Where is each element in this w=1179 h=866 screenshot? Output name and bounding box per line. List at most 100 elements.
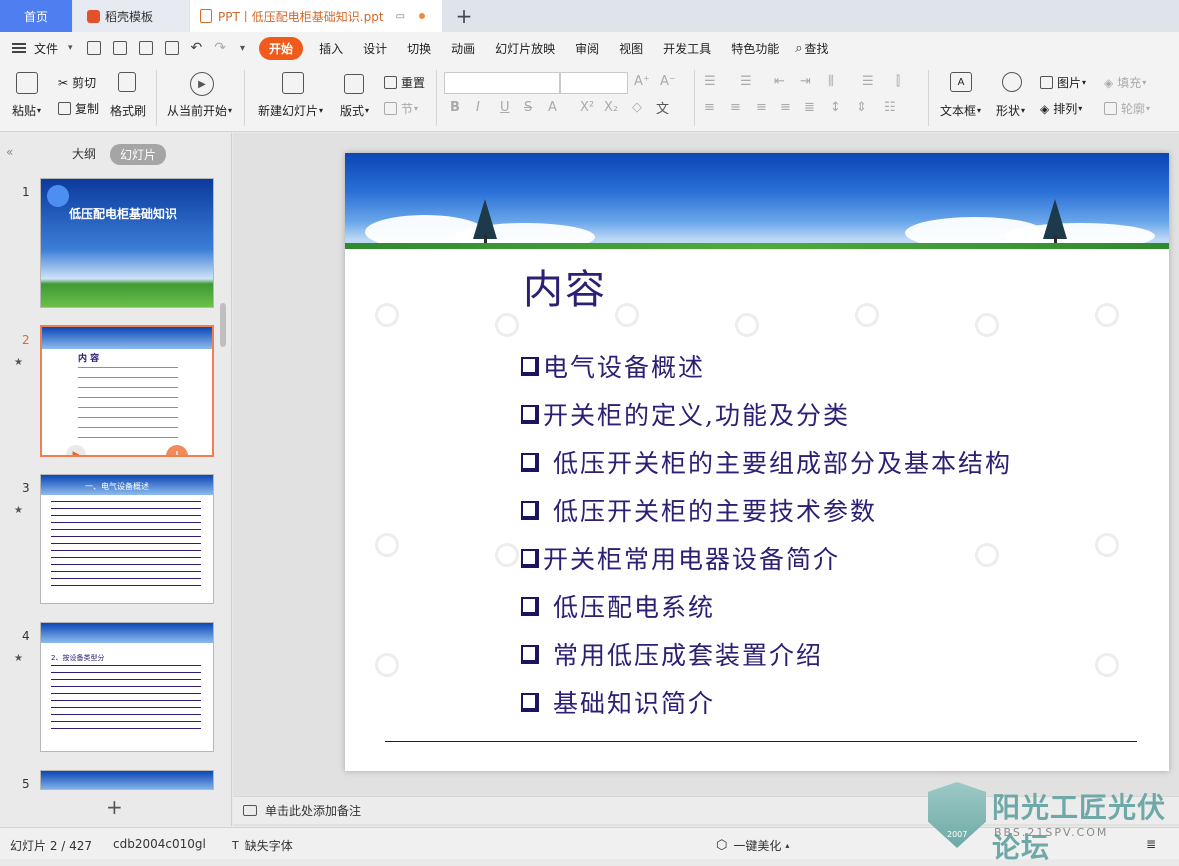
copy-button[interactable]: 复制 [58, 100, 99, 117]
distribute-icon[interactable]: ≣ [804, 100, 815, 115]
play-current-label-wrap[interactable]: 从当前开始 ▾ [167, 102, 232, 119]
save-icon[interactable] [86, 41, 101, 55]
new-tab-button[interactable]: + [452, 0, 476, 32]
play-slide-icon[interactable]: ▶ [66, 445, 86, 455]
layout-label-wrap[interactable]: 版式 ▾ [340, 102, 369, 119]
paragraph-spacing-icon[interactable]: ⇕ [856, 100, 867, 115]
section-button[interactable]: 节 ▾ [384, 100, 418, 117]
bullet-list-icon[interactable]: ☰ [704, 74, 716, 89]
reset-button[interactable]: 重置 [384, 74, 425, 91]
search-icon[interactable]: ⌕ [795, 41, 802, 56]
columns-icon[interactable]: ⫿ [896, 74, 900, 89]
bullet-item[interactable]: 电气设备概述 [521, 348, 705, 384]
tab-home[interactable]: 首页 [0, 0, 72, 32]
tab-outline[interactable]: 大纲 [72, 145, 96, 162]
menu-features[interactable]: 特色功能 [721, 40, 789, 57]
print-icon[interactable] [138, 41, 153, 55]
tab-document[interactable]: PPT丨低压配电柜基础知识.ppt ▭ [190, 0, 442, 32]
new-slide-button[interactable] [282, 72, 304, 94]
outline-button[interactable]: 轮廓 ▾ [1104, 100, 1150, 117]
arrange-button[interactable]: ◈ 排列 ▾ [1040, 100, 1082, 117]
slide-thumbnail-1[interactable]: 低压配电柜基础知识 [40, 178, 214, 308]
decrease-font-icon[interactable]: A⁻ [660, 74, 676, 89]
text-direction-icon[interactable]: ⫼ [828, 74, 834, 89]
textbox-label-wrap[interactable]: 文本框 ▾ [940, 102, 981, 119]
add-slide-button[interactable]: + [106, 795, 123, 819]
tab-slides[interactable]: 幻灯片 [110, 144, 167, 165]
fill-button[interactable]: ◈ 填充 ▾ [1104, 74, 1146, 91]
paragraph-settings-icon[interactable]: ☷ [884, 100, 896, 115]
slide-title[interactable]: 内容 [523, 257, 607, 315]
collapse-panel-icon[interactable]: « [6, 145, 13, 159]
bullet-item[interactable]: 低压开关柜的主要技术参数 [521, 492, 877, 528]
thumbnail-scrollbar[interactable] [220, 303, 226, 347]
paste-button[interactable] [16, 72, 38, 94]
customize-icon[interactable]: ▾ [240, 43, 245, 54]
menu-insert[interactable]: 插入 [309, 40, 353, 57]
hamburger-icon[interactable] [12, 43, 26, 53]
menu-slideshow[interactable]: 幻灯片放映 [485, 40, 565, 57]
justify-icon[interactable]: ≡ [780, 100, 791, 115]
format-painter-label-wrap[interactable]: 格式刷 [110, 102, 146, 119]
increase-indent-icon[interactable]: ⇥ [800, 74, 811, 89]
undo-icon[interactable]: ↶ [191, 40, 203, 56]
font-color-icon[interactable]: A [548, 100, 557, 115]
underline-icon[interactable]: U [500, 100, 510, 115]
superscript-icon[interactable]: X² [580, 100, 594, 115]
shape-label-wrap[interactable]: 形状 ▾ [996, 102, 1025, 119]
menu-developer[interactable]: 开发工具 [653, 40, 721, 57]
line-spacing-icon[interactable]: ↕ [830, 100, 841, 115]
beautify-button[interactable]: ⬡ 一键美化 ▴ [716, 837, 789, 854]
export-pdf-icon[interactable] [112, 41, 127, 55]
clear-format-icon[interactable]: ◇ [632, 100, 642, 115]
align-left-icon[interactable]: ≡ [704, 100, 715, 115]
subscript-icon[interactable]: X₂ [604, 100, 618, 115]
numbered-list-icon[interactable]: ☰ [740, 74, 752, 89]
format-painter-button[interactable] [118, 72, 136, 92]
menu-home[interactable]: 开始 [259, 36, 304, 60]
theme-name[interactable]: cdb2004c010gl [113, 837, 206, 851]
bullet-item[interactable]: 低压配电系统 [521, 588, 715, 624]
missing-font-button[interactable]: T 缺失字体 [232, 837, 293, 854]
tab-template[interactable]: 稻壳模板 [73, 0, 189, 32]
play-current-button[interactable]: ▶ [190, 72, 214, 96]
bullet-item[interactable]: 基础知识简介 [521, 684, 715, 720]
menu-file[interactable]: 文件 [32, 40, 68, 57]
increase-font-icon[interactable]: A⁺ [634, 74, 650, 89]
slide-thumbnail-4[interactable]: 2、按设备类型分 [40, 622, 214, 752]
bullet-item[interactable]: 常用低压成套装置介绍 [521, 636, 823, 672]
paste-label-wrap[interactable]: 粘贴 ▾ [12, 102, 41, 119]
align-right-icon[interactable]: ≡ [756, 100, 767, 115]
align-text-icon[interactable]: ☰ [862, 74, 874, 89]
menu-review[interactable]: 审阅 [565, 40, 609, 57]
picture-button[interactable]: 图片 ▾ [1040, 74, 1086, 91]
italic-icon[interactable]: I [476, 100, 480, 115]
textbox-button[interactable]: A [950, 72, 972, 92]
font-name-combo[interactable] [444, 72, 560, 94]
screen-icon[interactable]: ▭ [396, 11, 405, 22]
print-preview-icon[interactable] [164, 41, 179, 55]
bullet-item[interactable]: 开关柜的定义,功能及分类 [521, 396, 850, 432]
slide-thumbnail-2[interactable]: 内 容 ▶ + [40, 325, 214, 457]
bullet-item[interactable]: 开关柜常用电器设备简介 [521, 540, 840, 576]
slide-thumbnail-3[interactable]: 一、电气设备概述 [40, 474, 214, 604]
menu-animation[interactable]: 动画 [441, 40, 485, 57]
menu-design[interactable]: 设计 [353, 40, 397, 57]
menu-transition[interactable]: 切换 [397, 40, 441, 57]
shape-button[interactable] [1002, 72, 1022, 92]
bullet-item[interactable]: 低压开关柜的主要组成部分及基本结构 [521, 444, 1012, 480]
strikethrough-icon[interactable]: S [524, 100, 532, 115]
decrease-indent-icon[interactable]: ⇤ [774, 74, 785, 89]
layout-button[interactable] [344, 74, 364, 94]
pinyin-icon[interactable]: 文 [656, 98, 669, 117]
redo-icon[interactable]: ↷ [214, 40, 226, 56]
menu-search[interactable]: 查找 [802, 40, 838, 57]
slide-thumbnail-5[interactable] [40, 770, 214, 790]
add-slide-icon[interactable]: + [166, 445, 188, 455]
new-slide-label-wrap[interactable]: 新建幻灯片 ▾ [258, 102, 323, 119]
current-slide[interactable]: 内容 电气设备概述 开关柜的定义,功能及分类 低压开关柜的主要组成部分及基本结构… [345, 153, 1169, 771]
align-center-icon[interactable]: ≡ [730, 100, 741, 115]
menu-view[interactable]: 视图 [609, 40, 653, 57]
bold-icon[interactable]: B [450, 100, 460, 115]
font-size-combo[interactable] [560, 72, 628, 94]
